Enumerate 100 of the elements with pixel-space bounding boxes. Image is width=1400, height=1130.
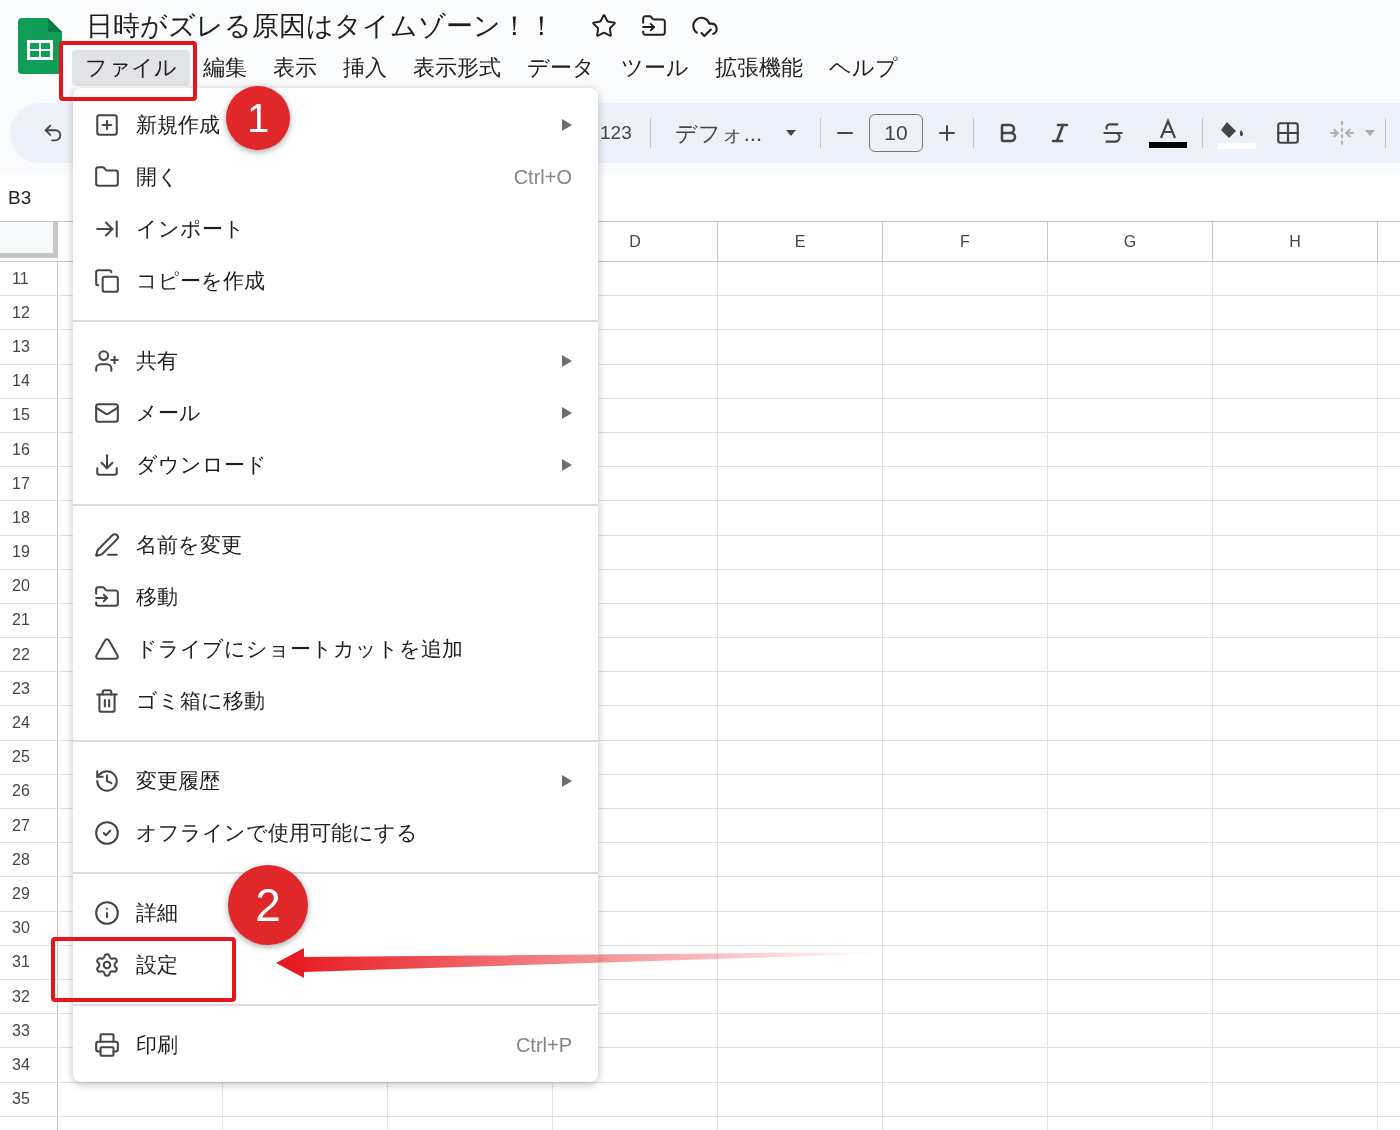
row-header[interactable]: 30 bbox=[12, 916, 30, 941]
menu-bar-item[interactable]: データ bbox=[514, 50, 608, 86]
history-icon bbox=[94, 768, 120, 794]
menu-item[interactable]: ゴミ箱に移動 bbox=[94, 675, 265, 727]
new-file-icon bbox=[94, 112, 120, 138]
column-header[interactable]: H bbox=[1213, 222, 1378, 261]
menu-item[interactable]: 名前を変更 bbox=[94, 519, 242, 571]
row-header[interactable]: 17 bbox=[12, 471, 30, 496]
row-header[interactable]: 27 bbox=[12, 813, 30, 838]
row-header[interactable]: 35 bbox=[12, 1087, 30, 1112]
row-header[interactable]: 18 bbox=[12, 505, 30, 530]
menu-item-label: 共有 bbox=[136, 348, 178, 375]
menu-item[interactable]: 詳細 bbox=[94, 887, 178, 939]
menu-item[interactable]: 印刷 bbox=[94, 1019, 178, 1071]
row-header[interactable]: 25 bbox=[12, 745, 30, 770]
menu-item[interactable]: 変更履歴 bbox=[94, 755, 220, 807]
move-folder-icon[interactable] bbox=[641, 13, 667, 39]
menu-bar-item[interactable]: ファイル bbox=[72, 50, 190, 86]
menu-item-label: 印刷 bbox=[136, 1032, 178, 1059]
drive-icon bbox=[94, 636, 120, 662]
document-title[interactable]: 日時がズレる原因はタイムゾーン！！ bbox=[86, 12, 555, 40]
menu-item[interactable]: ダウンロード bbox=[94, 439, 267, 491]
menu-item[interactable]: 新規作成 bbox=[94, 99, 220, 151]
settings-icon bbox=[94, 952, 120, 978]
menu-bar-item[interactable]: 拡張機能 bbox=[702, 50, 816, 86]
row-header[interactable]: 19 bbox=[12, 540, 30, 565]
menu-item[interactable]: 設定 bbox=[94, 939, 178, 991]
menu-item[interactable]: ドライブにショートカットを追加 bbox=[94, 623, 463, 675]
menu-item[interactable]: 開く bbox=[94, 151, 179, 203]
pen-icon bbox=[94, 532, 120, 558]
row-header[interactable]: 32 bbox=[12, 984, 30, 1009]
row-header[interactable]: 12 bbox=[12, 300, 30, 325]
trash-icon bbox=[94, 688, 120, 714]
mail-icon bbox=[94, 400, 120, 426]
menu-item-label: オフラインで使用可能にする bbox=[136, 820, 418, 847]
row-header[interactable]: 22 bbox=[12, 642, 30, 667]
row-header[interactable]: 16 bbox=[12, 437, 30, 462]
font-selector[interactable]: デフォ... bbox=[674, 116, 763, 150]
column-header[interactable]: F bbox=[883, 222, 1048, 261]
menu-item[interactable]: 移動 bbox=[94, 571, 178, 623]
column-header[interactable]: G bbox=[1048, 222, 1213, 261]
undo-icon[interactable] bbox=[42, 122, 64, 144]
number-format-button[interactable]: 123 bbox=[600, 118, 632, 148]
menu-item-label: インポート bbox=[136, 216, 245, 243]
menu-item-label: 詳細 bbox=[136, 900, 178, 927]
name-box[interactable]: B3 bbox=[8, 183, 32, 213]
folder-move-icon bbox=[94, 584, 120, 610]
row-header[interactable]: 14 bbox=[12, 369, 30, 394]
row-header[interactable]: 21 bbox=[12, 608, 30, 633]
shortcut-text: Ctrl+O bbox=[513, 165, 572, 190]
menu-item[interactable]: 共有 bbox=[94, 335, 178, 387]
row-header[interactable]: 20 bbox=[12, 574, 30, 599]
menu-item-label: ドライブにショートカットを追加 bbox=[136, 636, 463, 663]
row-header[interactable]: 24 bbox=[12, 711, 30, 736]
menu-item-label: 設定 bbox=[136, 952, 178, 979]
row-header[interactable]: 15 bbox=[12, 403, 30, 428]
menu-item-label: ゴミ箱に移動 bbox=[136, 688, 265, 715]
menu-item[interactable]: インポート bbox=[94, 203, 245, 255]
menu-item-label: 名前を変更 bbox=[136, 532, 242, 559]
star-icon[interactable] bbox=[591, 13, 617, 39]
menu-bar-item[interactable]: 編集 bbox=[190, 50, 260, 86]
menu-item[interactable]: オフラインで使用可能にする bbox=[94, 807, 418, 859]
menu-bar-item[interactable]: 表示 bbox=[260, 50, 330, 86]
folder-icon bbox=[94, 164, 120, 190]
menu-item-label: ダウンロード bbox=[136, 452, 267, 479]
info-icon bbox=[94, 900, 120, 926]
spreadsheet-logo-icon[interactable] bbox=[18, 18, 62, 74]
row-header[interactable]: 13 bbox=[12, 334, 30, 359]
printer-icon bbox=[94, 1032, 120, 1058]
menu-item-label: コピーを作成 bbox=[136, 268, 265, 295]
row-header[interactable]: 28 bbox=[12, 847, 30, 872]
row-header[interactable]: 31 bbox=[12, 950, 30, 975]
row-header[interactable]: 33 bbox=[12, 1018, 30, 1043]
merge-dropdown-caret-icon bbox=[1365, 130, 1376, 136]
menu-item[interactable]: メール bbox=[94, 387, 201, 439]
add-person-icon bbox=[94, 348, 120, 374]
font-size-field[interactable]: 10 bbox=[869, 114, 924, 152]
menu-bar-item[interactable]: ヘルプ bbox=[816, 50, 911, 86]
merge-cells-icon[interactable] bbox=[1329, 120, 1356, 146]
copy-icon bbox=[94, 268, 120, 294]
row-header[interactable]: 29 bbox=[12, 881, 30, 906]
download-icon bbox=[94, 452, 120, 478]
menu-item-label: 変更履歴 bbox=[136, 768, 220, 795]
text-color-icon[interactable] bbox=[1148, 117, 1189, 149]
menu-item-label: メール bbox=[136, 400, 201, 427]
row-header[interactable]: 34 bbox=[12, 1052, 30, 1077]
menu-item-label: 移動 bbox=[136, 584, 178, 611]
menu-bar-item[interactable]: 挿入 bbox=[330, 50, 400, 86]
shortcut-text: Ctrl+P bbox=[515, 1033, 572, 1058]
menu-bar-item[interactable]: 表示形式 bbox=[400, 50, 514, 86]
borders-icon[interactable] bbox=[1275, 120, 1302, 146]
row-header[interactable]: 11 bbox=[12, 266, 29, 291]
menu-item-label: 新規作成 bbox=[136, 112, 220, 139]
row-header[interactable]: 23 bbox=[12, 676, 30, 701]
row-header[interactable]: 26 bbox=[12, 779, 30, 804]
menu-item[interactable]: コピーを作成 bbox=[94, 255, 265, 307]
font-dropdown-caret-icon bbox=[786, 130, 797, 136]
column-header[interactable]: E bbox=[718, 222, 883, 261]
menu-item-label: 開く bbox=[136, 164, 179, 191]
menu-bar-item[interactable]: ツール bbox=[608, 50, 702, 86]
